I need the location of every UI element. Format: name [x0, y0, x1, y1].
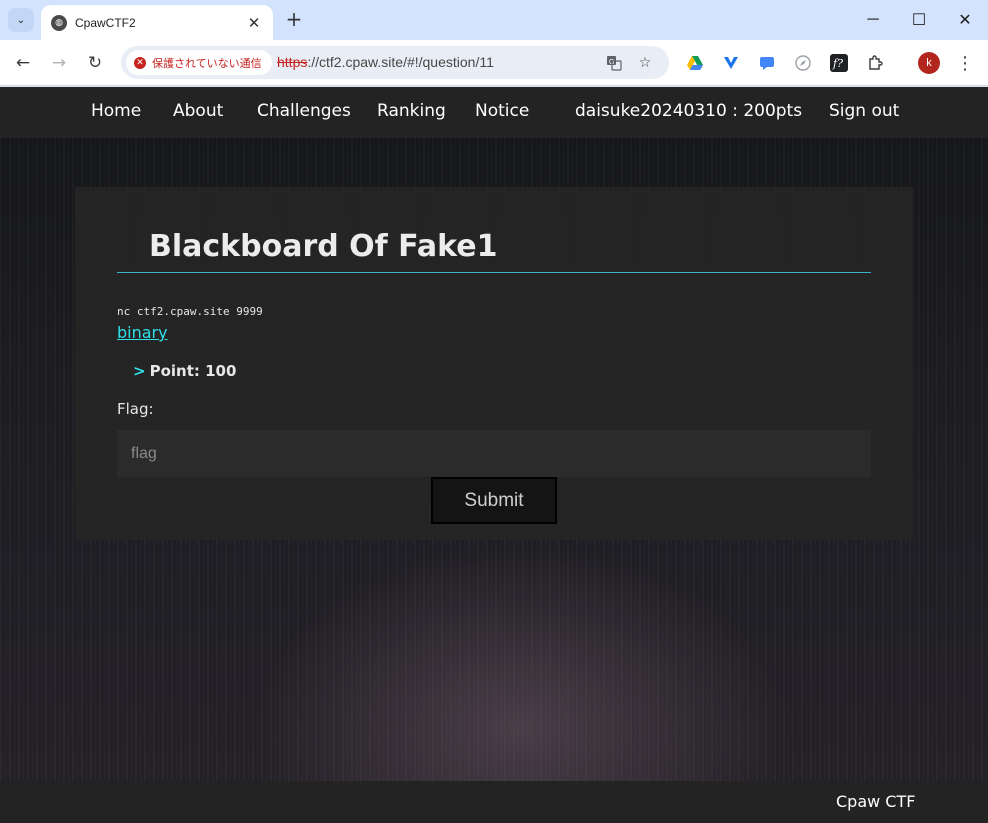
tab-title: CpawCTF2 [75, 15, 136, 30]
flag-input[interactable] [117, 430, 871, 477]
compass-icon[interactable] [792, 52, 814, 74]
submit-button[interactable]: Submit [431, 477, 557, 524]
translate-icon[interactable]: G [604, 53, 624, 73]
extensions-icon[interactable] [864, 52, 886, 74]
forward-button[interactable]: → [46, 50, 72, 76]
question-panel: Blackboard Of Fake1 nc ctf2.cpaw.site 99… [75, 187, 913, 540]
tab-close-icon[interactable]: ✕ [245, 14, 263, 32]
nav-ranking[interactable]: Ranking [377, 101, 446, 121]
browser-toolbar: ← → ↻ ✕ 保護されていない通信 https://ctf2.cpaw.sit… [0, 40, 988, 86]
star-icon[interactable]: ☆ [635, 53, 655, 73]
tab-search-chevron-icon[interactable]: ⌄ [8, 8, 34, 32]
svg-text:f?: f? [832, 57, 843, 70]
globe-icon: ◍ [51, 14, 67, 31]
nav-user-score[interactable]: daisuke20240310 : 200pts [575, 101, 802, 121]
vpn-icon[interactable] [720, 52, 742, 74]
nav-challenges[interactable]: Challenges [257, 101, 351, 121]
security-chip[interactable]: ✕ 保護されていない通信 [126, 50, 272, 75]
question-point: > Point: 100 [133, 362, 236, 380]
font-icon[interactable]: f? [828, 52, 850, 74]
url-scheme: https [277, 54, 308, 70]
maximize-button[interactable]: ☐ [896, 0, 942, 40]
close-window-button[interactable]: ✕ [942, 0, 988, 40]
chat-icon[interactable] [756, 52, 778, 74]
back-button[interactable]: ← [10, 50, 36, 76]
url-path: ://ctf2.cpaw.site/#!/question/11 [307, 54, 494, 70]
url-text[interactable]: https://ctf2.cpaw.site/#!/question/11 [277, 54, 494, 70]
question-title: Blackboard Of Fake1 [149, 229, 498, 264]
menu-icon[interactable]: ⋮ [954, 52, 976, 74]
address-bar[interactable]: ✕ 保護されていない通信 https://ctf2.cpaw.site/#!/q… [121, 46, 669, 79]
reload-button[interactable]: ↻ [82, 50, 108, 76]
tab-strip: ⌄ ◍ CpawCTF2 ✕ + ─ ☐ ✕ [0, 0, 988, 40]
title-divider [117, 272, 871, 273]
google-drive-icon[interactable] [684, 52, 706, 74]
nav-notice[interactable]: Notice [475, 101, 529, 121]
page-viewport: Home About Challenges Ranking Notice dai… [0, 87, 988, 823]
new-tab-button[interactable]: + [283, 8, 305, 30]
nav-about[interactable]: About [173, 101, 223, 121]
warning-icon: ✕ [134, 56, 146, 69]
chevron-right-icon: > [133, 362, 146, 380]
point-label: Point: 100 [149, 362, 237, 380]
flag-label: Flag: [117, 400, 154, 418]
security-label: 保護されていない通信 [152, 56, 262, 70]
nav-home[interactable]: Home [91, 101, 141, 121]
browser-tab[interactable]: ◍ CpawCTF2 ✕ [41, 5, 273, 40]
question-body: nc ctf2.cpaw.site 9999 [117, 305, 263, 318]
binary-download-link[interactable]: binary [117, 323, 168, 342]
nav-signout[interactable]: Sign out [829, 101, 899, 121]
site-navbar: Home About Challenges Ranking Notice dai… [0, 87, 988, 138]
site-footer: Cpaw CTF [0, 781, 988, 823]
footer-brand: Cpaw CTF [836, 792, 916, 811]
profile-avatar[interactable]: k [918, 52, 940, 74]
minimize-button[interactable]: ─ [850, 0, 896, 40]
